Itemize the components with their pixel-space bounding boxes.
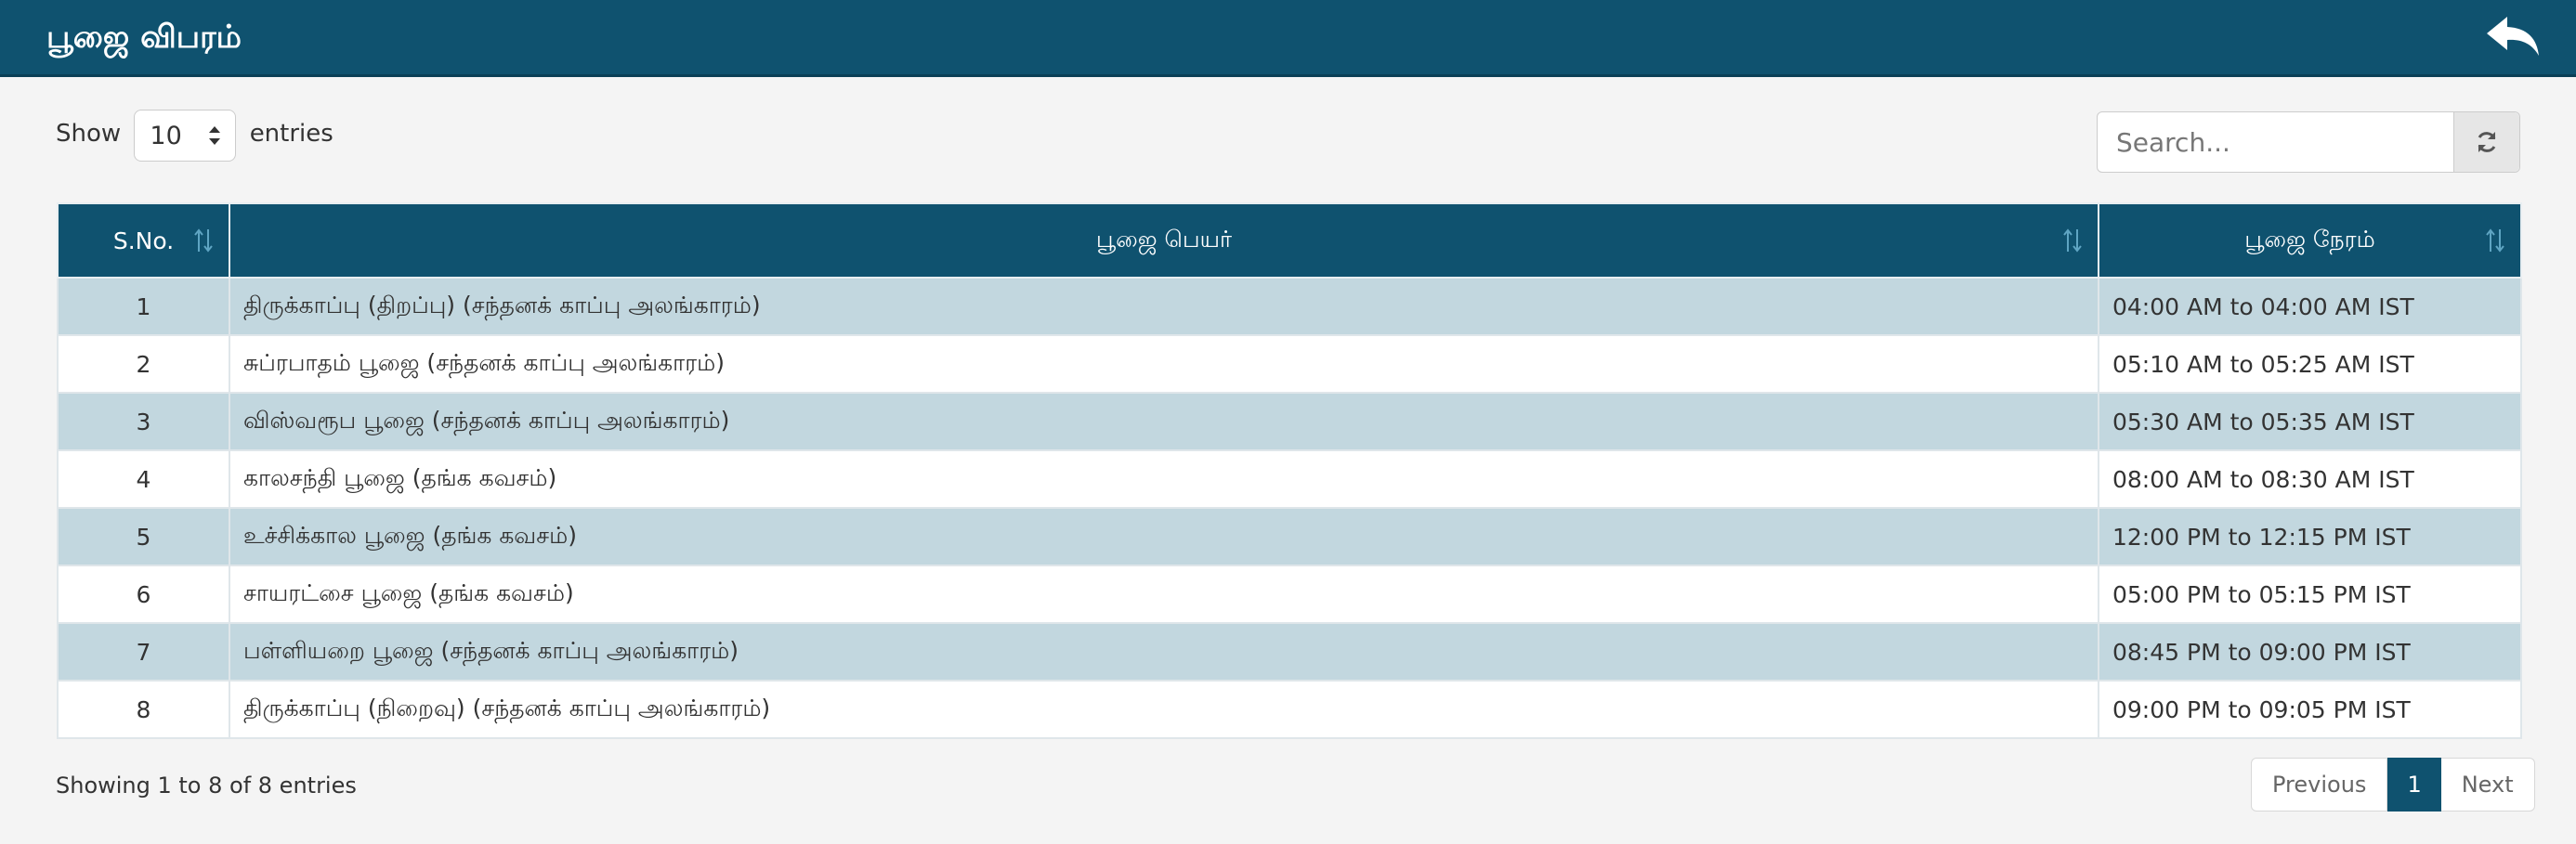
entries-select-value: 10	[150, 122, 182, 150]
cell-pooja-name: காலசந்தி பூஜை (தங்க கவசம்)	[229, 449, 2099, 509]
table-info: Showing 1 to 8 of 8 entries	[56, 773, 357, 799]
show-label: Show	[56, 119, 122, 148]
table-header-row: S.No. பூஜை பெயர் பூஜை நேரம்	[57, 202, 2522, 279]
table-row: 4 காலசந்தி பூஜை (தங்க கவசம்) 08:00 AM to…	[57, 449, 2522, 509]
cell-sno: 1	[57, 277, 230, 336]
cell-pooja-name: விஸ்வரூப பூஜை (சந்தனக் காப்பு அலங்காரம்)	[229, 392, 2099, 451]
sort-icon	[2486, 228, 2504, 253]
table-row: 8 திருக்காப்பு (நிறைவு) (சந்தனக் காப்பு …	[57, 680, 2522, 739]
sort-icon	[194, 228, 213, 253]
pooja-table: S.No. பூஜை பெயர் பூஜை நேரம் 1 திருக்காப்…	[57, 202, 2522, 739]
refresh-icon	[2478, 132, 2496, 152]
table-row: 3 விஸ்வரூப பூஜை (சந்தனக் காப்பு அலங்காரம…	[57, 392, 2522, 451]
length-control: Show 10 entries	[56, 110, 333, 165]
sort-caret-icon	[209, 126, 221, 145]
table-row: 2 சுப்ரபாதம் பூஜை (சந்தனக் காப்பு அலங்கா…	[57, 334, 2522, 394]
table-row: 7 பள்ளியறை பூஜை (சந்தனக் காப்பு அலங்காரம…	[57, 622, 2522, 682]
top-bar: பூஜை விபரம்	[0, 0, 2576, 77]
search-box	[2097, 111, 2520, 173]
search-input[interactable]	[2098, 112, 2454, 172]
column-header-label: பூஜை பெயர்	[1095, 225, 1233, 253]
reply-arrow-icon	[2487, 17, 2539, 56]
table-row: 6 சாயரட்சை பூஜை (தங்க கவசம்) 05:00 PM to…	[57, 565, 2522, 624]
previous-page-button[interactable]: Previous	[2251, 758, 2388, 812]
cell-sno: 7	[57, 622, 230, 682]
table-row: 5 உச்சிக்கால பூஜை (தங்க கவசம்) 12:00 PM …	[57, 507, 2522, 566]
sort-icon	[2063, 228, 2082, 253]
cell-pooja-time: 08:00 AM to 08:30 AM IST	[2098, 449, 2522, 509]
column-header-label: பூஜை நேரம்	[2244, 225, 2375, 253]
cell-pooja-time: 05:30 AM to 05:35 AM IST	[2098, 392, 2522, 451]
entries-select[interactable]: 10	[134, 110, 237, 162]
cell-pooja-name: பள்ளியறை பூஜை (சந்தனக் காப்பு அலங்காரம்)	[229, 622, 2099, 682]
cell-pooja-name: திருக்காப்பு (திறப்பு) (சந்தனக் காப்பு அ…	[229, 277, 2099, 336]
cell-pooja-name: சாயரட்சை பூஜை (தங்க கவசம்)	[229, 565, 2099, 624]
next-page-button[interactable]: Next	[2440, 758, 2535, 812]
column-header-label: S.No.	[112, 227, 175, 254]
cell-pooja-name: திருக்காப்பு (நிறைவு) (சந்தனக் காப்பு அல…	[229, 680, 2099, 739]
cell-sno: 5	[57, 507, 230, 566]
cell-sno: 2	[57, 334, 230, 394]
cell-pooja-time: 12:00 PM to 12:15 PM IST	[2098, 507, 2522, 566]
page-1-button[interactable]: 1	[2387, 758, 2441, 812]
entries-label: entries	[249, 119, 333, 148]
column-header-time[interactable]: பூஜை நேரம்	[2098, 202, 2522, 279]
page-title: பூஜை விபரம்	[46, 19, 242, 56]
cell-pooja-name: சுப்ரபாதம் பூஜை (சந்தனக் காப்பு அலங்காரம…	[229, 334, 2099, 394]
cell-pooja-time: 08:45 PM to 09:00 PM IST	[2098, 622, 2522, 682]
cell-sno: 4	[57, 449, 230, 509]
column-header-sno[interactable]: S.No.	[57, 202, 230, 279]
back-button[interactable]	[2485, 13, 2541, 59]
cell-pooja-time: 05:10 AM to 05:25 AM IST	[2098, 334, 2522, 394]
cell-sno: 6	[57, 565, 230, 624]
refresh-button[interactable]	[2453, 112, 2519, 172]
cell-pooja-name: உச்சிக்கால பூஜை (தங்க கவசம்)	[229, 507, 2099, 566]
table-row: 1 திருக்காப்பு (திறப்பு) (சந்தனக் காப்பு…	[57, 277, 2522, 336]
cell-pooja-time: 05:00 PM to 05:15 PM IST	[2098, 565, 2522, 624]
column-header-name[interactable]: பூஜை பெயர்	[229, 202, 2099, 279]
cell-pooja-time: 09:00 PM to 09:05 PM IST	[2098, 680, 2522, 739]
cell-sno: 3	[57, 392, 230, 451]
pagination: Previous 1 Next	[2251, 758, 2535, 812]
cell-pooja-time: 04:00 AM to 04:00 AM IST	[2098, 277, 2522, 336]
cell-sno: 8	[57, 680, 230, 739]
